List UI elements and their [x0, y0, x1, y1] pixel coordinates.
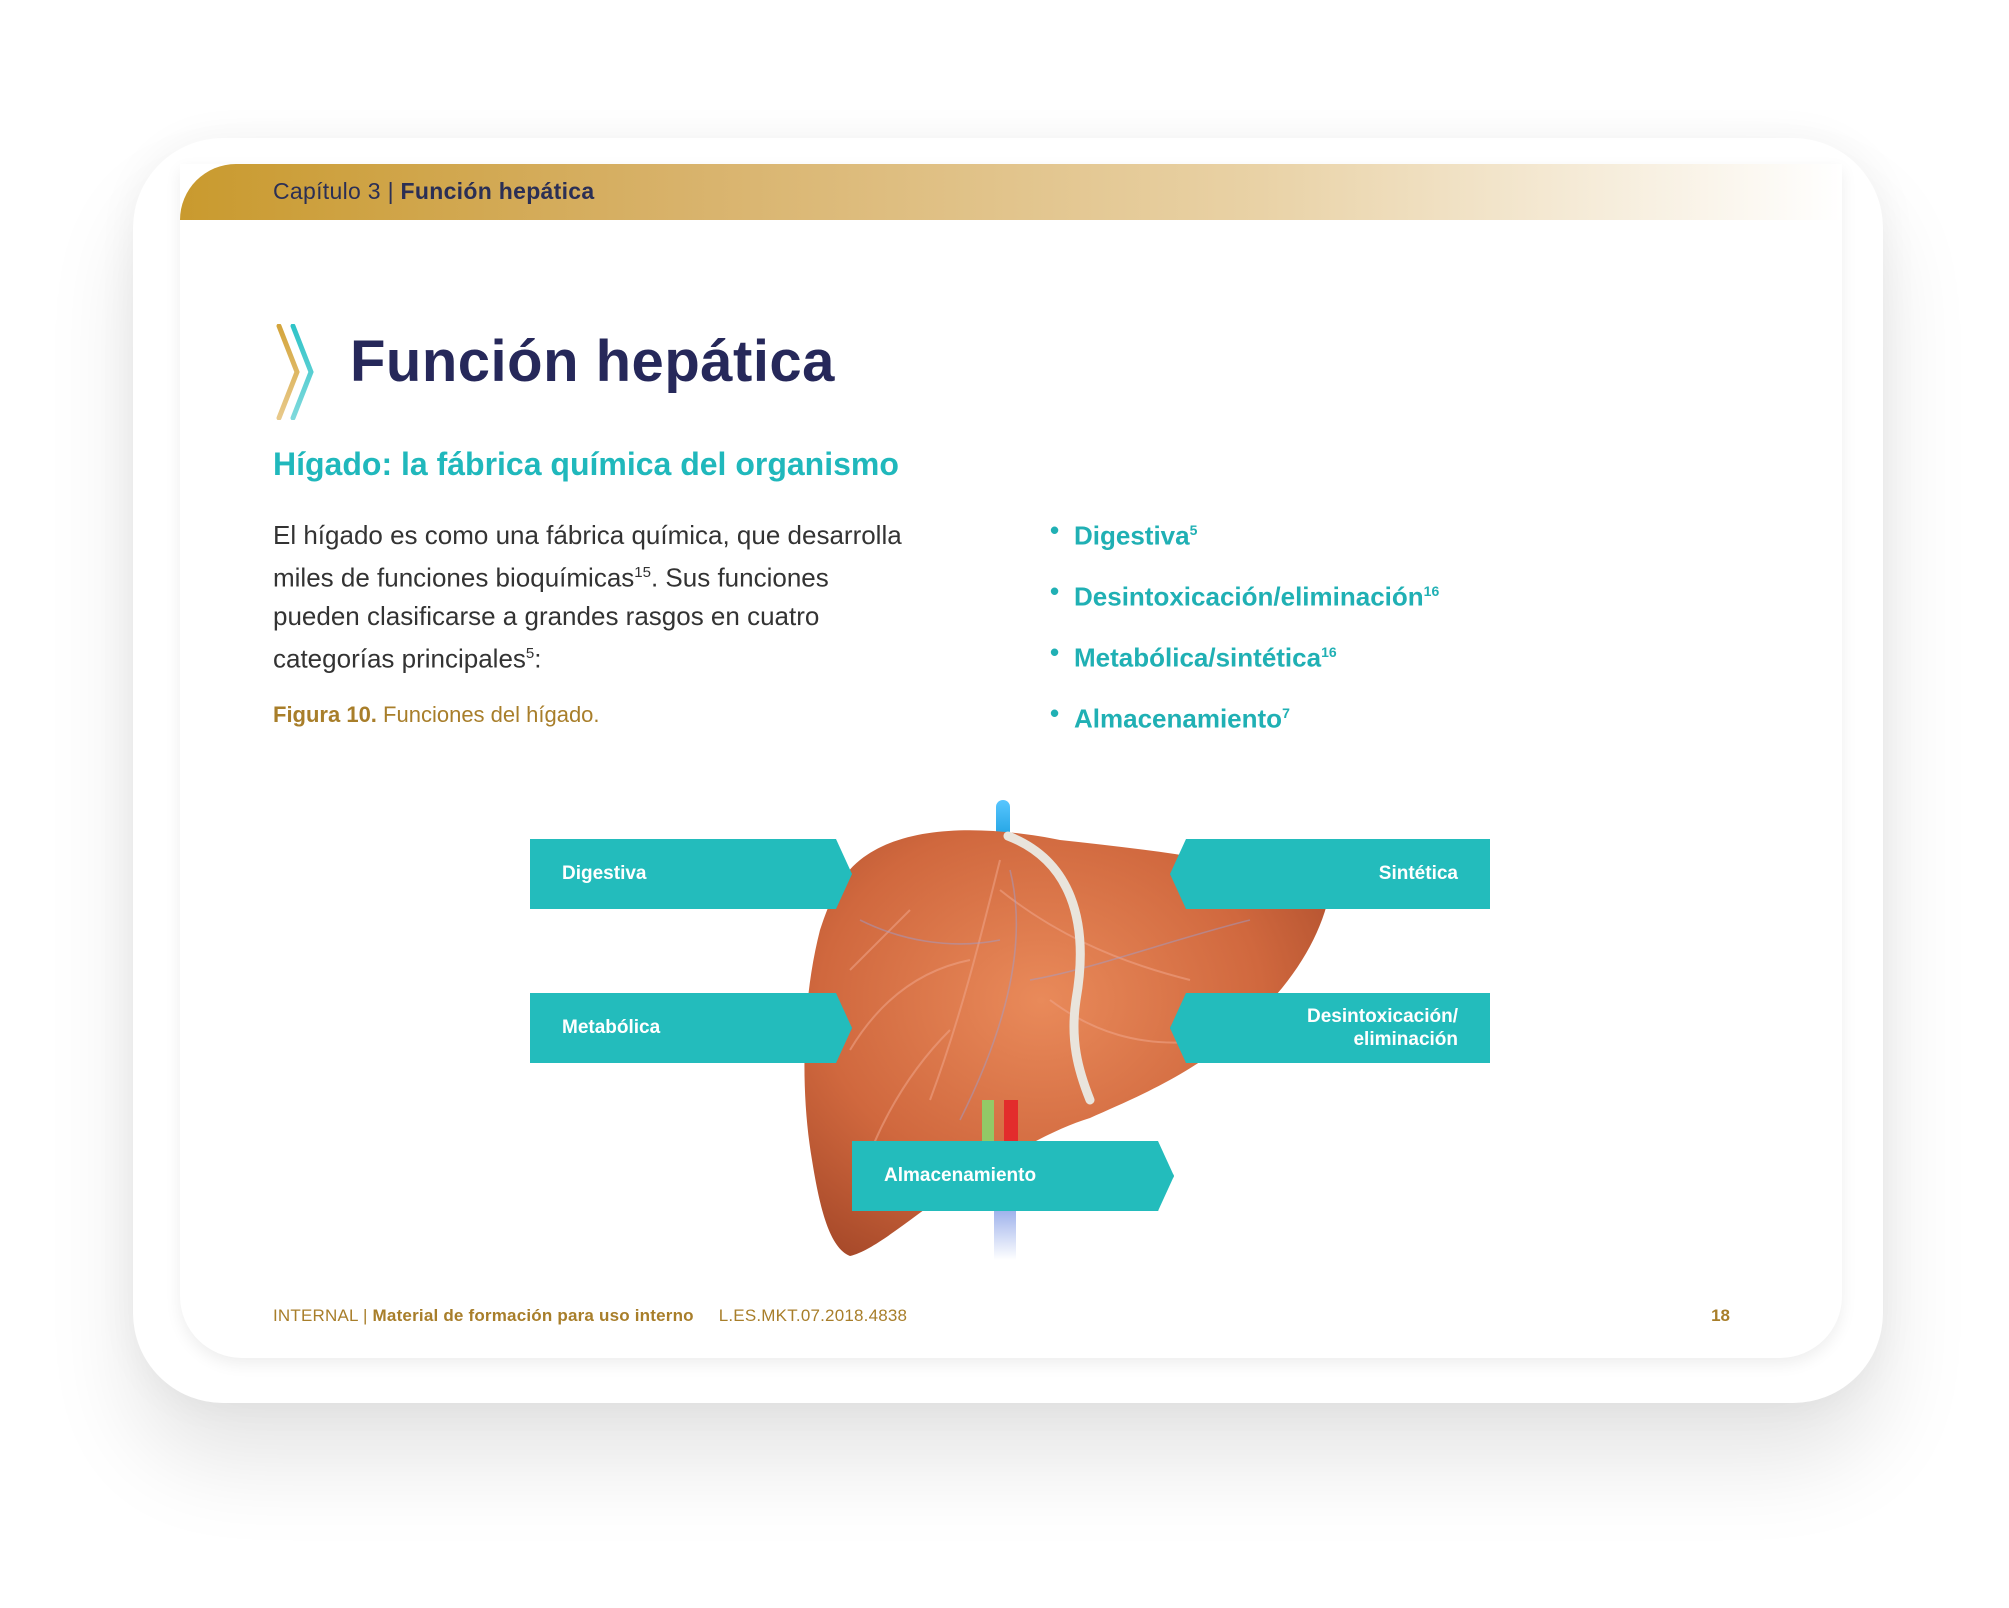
function-list: Digestiva5 Desintoxicación/eliminación16… — [1050, 512, 1439, 756]
intro-paragraph: El hígado es como una fábrica química, q… — [273, 516, 993, 677]
figure-label: Figura 10. — [273, 702, 377, 727]
list-item: Metabólica/sintética16 — [1050, 634, 1439, 695]
body-line-3: pueden clasificarse a grandes rasgos en … — [273, 600, 820, 631]
body-line-4-post: : — [534, 643, 542, 674]
label-sintetica-text: Sintética — [1378, 863, 1458, 884]
citation-sup: 5 — [525, 644, 535, 662]
document-page: Capítulo 3 | Función hepática Función he… — [180, 164, 1842, 1358]
footer-separator: | — [362, 1306, 368, 1325]
chapter-label: Capítulo 3 — [273, 178, 381, 204]
citation-sup: 16 — [1423, 583, 1440, 599]
page-footer: INTERNAL | Material de formación para us… — [273, 1306, 907, 1326]
figure-text: Funciones del hígado. — [383, 702, 600, 727]
list-item-text: Metabólica/sintética — [1074, 642, 1322, 673]
body-line-2: miles de funciones bioquímicas — [273, 562, 635, 593]
label-desintoxicacion-text: Desintoxicación/eliminación — [1307, 1005, 1458, 1051]
label-desintoxicacion: Desintoxicación/eliminación — [1170, 993, 1490, 1063]
list-item: Desintoxicación/eliminación16 — [1050, 573, 1439, 634]
label-almacenamiento-text: Almacenamiento — [884, 1165, 1037, 1186]
footer-code: L.ES.MKT.07.2018.4838 — [718, 1306, 908, 1325]
list-item: Almacenamiento7 — [1050, 695, 1439, 756]
footer-material: Material de formación para uso interno — [372, 1306, 694, 1325]
citation-sup: 5 — [1189, 522, 1198, 538]
breadcrumb-separator: | — [387, 178, 394, 204]
label-digestiva-text: Digestiva — [562, 863, 647, 884]
label-desintox-line-1: Desintoxicación/ — [1307, 1006, 1458, 1027]
list-item-text: Digestiva — [1074, 520, 1190, 551]
page-title: Función hepática — [350, 329, 835, 394]
double-chevron-icon — [276, 324, 314, 420]
page-number: 18 — [1711, 1306, 1730, 1325]
label-metabolica: Metabólica — [530, 993, 852, 1063]
list-item-text: Desintoxicación/eliminación — [1074, 581, 1424, 612]
body-line-2-post: . Sus funciones — [650, 562, 829, 593]
citation-sup: 7 — [1282, 705, 1290, 721]
label-sintetica: Sintética — [1170, 839, 1490, 909]
figure-caption: Figura 10. Funciones del hígado. — [273, 702, 600, 728]
chapter-header-band: Capítulo 3 | Función hepática — [180, 164, 1842, 220]
list-item: Digestiva5 — [1050, 512, 1439, 573]
label-digestiva: Digestiva — [530, 839, 852, 909]
label-desintox-line-2: eliminación — [1353, 1029, 1458, 1050]
body-line-4: categorías principales — [273, 643, 526, 674]
citation-sup: 15 — [634, 564, 651, 581]
chapter-breadcrumb: Capítulo 3 | Función hepática — [273, 178, 594, 205]
citation-sup: 16 — [1321, 644, 1337, 660]
footer-internal: INTERNAL — [273, 1306, 359, 1325]
liver-function-diagram: Digestiva Sintética Metabólica Desintoxi… — [530, 800, 1510, 1260]
section-label: Función hepática — [400, 178, 595, 204]
list-item-text: Almacenamiento — [1074, 703, 1283, 734]
body-line-1: El hígado es como una fábrica química, q… — [273, 520, 902, 550]
label-metabolica-text: Metabólica — [562, 1017, 661, 1038]
label-almacenamiento: Almacenamiento — [852, 1141, 1174, 1211]
page-subtitle: Hígado: la fábrica química del organismo — [273, 446, 899, 482]
